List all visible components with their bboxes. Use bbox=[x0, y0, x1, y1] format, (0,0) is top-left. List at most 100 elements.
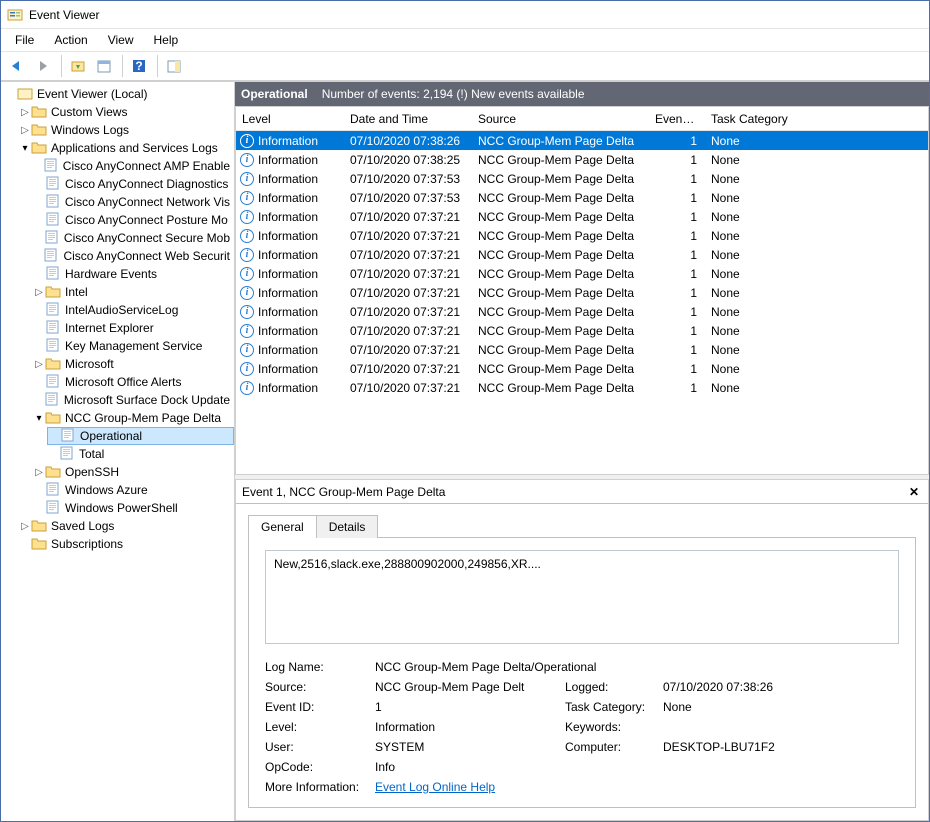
tree-item[interactable]: Cisco AnyConnect Diagnostics bbox=[33, 175, 234, 193]
cell-task-category: None bbox=[705, 381, 855, 395]
table-row[interactable]: iInformation07/10/2020 07:37:21NCC Group… bbox=[236, 283, 928, 302]
tree-item[interactable]: Internet Explorer bbox=[33, 319, 234, 337]
table-row[interactable]: iInformation07/10/2020 07:37:21NCC Group… bbox=[236, 245, 928, 264]
table-row[interactable]: iInformation07/10/2020 07:38:25NCC Group… bbox=[236, 150, 928, 169]
table-row[interactable]: iInformation07/10/2020 07:38:26NCC Group… bbox=[236, 131, 928, 150]
chevron-right-icon[interactable]: ▷ bbox=[19, 124, 31, 136]
tree-root-label: Event Viewer (Local) bbox=[37, 87, 148, 101]
title-bar[interactable]: Event Viewer bbox=[1, 1, 929, 29]
event-log-help-link[interactable]: Event Log Online Help bbox=[375, 780, 495, 794]
cell-event-id: 1 bbox=[649, 134, 705, 148]
cell-event-id: 1 bbox=[649, 362, 705, 376]
show-hide-tree-button[interactable] bbox=[66, 54, 90, 78]
cell-source: NCC Group-Mem Page Delta bbox=[472, 191, 649, 205]
col-event-id[interactable]: Event ID bbox=[649, 112, 705, 126]
tree-item[interactable]: ▷Intel bbox=[33, 283, 234, 301]
info-icon: i bbox=[240, 343, 254, 357]
info-icon: i bbox=[240, 286, 254, 300]
tree-item[interactable]: Total bbox=[47, 445, 234, 463]
horizontal-scrollbar[interactable] bbox=[236, 457, 928, 474]
tree-item[interactable]: Hardware Events bbox=[33, 265, 234, 283]
cell-date-time: 07/10/2020 07:37:21 bbox=[344, 362, 472, 376]
tree-windows-logs[interactable]: ▷Windows Logs bbox=[19, 121, 234, 139]
tree-item[interactable]: Cisco AnyConnect Posture Mo bbox=[33, 211, 234, 229]
log-icon bbox=[44, 392, 60, 408]
tree-item-label: Windows Azure bbox=[65, 483, 148, 497]
close-icon[interactable]: ✕ bbox=[906, 484, 922, 500]
back-button[interactable] bbox=[5, 54, 29, 78]
tree-saved-logs[interactable]: ▷Saved Logs bbox=[19, 517, 234, 535]
col-source[interactable]: Source bbox=[472, 112, 649, 126]
col-level[interactable]: Level bbox=[236, 112, 344, 126]
chevron-icon[interactable]: ▷ bbox=[33, 286, 45, 298]
table-row[interactable]: iInformation07/10/2020 07:37:21NCC Group… bbox=[236, 207, 928, 226]
grid-body[interactable]: iInformation07/10/2020 07:38:26NCC Group… bbox=[236, 131, 928, 457]
tree-item[interactable]: ▷ OpenSSH bbox=[33, 463, 234, 481]
tree-item[interactable]: Windows PowerShell bbox=[33, 499, 234, 517]
value-user: SYSTEM bbox=[375, 740, 565, 754]
table-row[interactable]: iInformation07/10/2020 07:37:53NCC Group… bbox=[236, 169, 928, 188]
tree-item[interactable]: Cisco AnyConnect Secure Mob bbox=[33, 229, 234, 247]
value-task-category: None bbox=[663, 700, 833, 714]
cell-level: Information bbox=[258, 229, 318, 243]
tree-app-services-logs[interactable]: ▾Applications and Services Logs bbox=[19, 139, 234, 157]
folder-icon bbox=[45, 284, 61, 300]
chevron-icon[interactable]: ▷ bbox=[33, 466, 45, 478]
chevron-icon[interactable]: ▾ bbox=[33, 412, 45, 424]
tree-item[interactable]: Cisco AnyConnect AMP Enable bbox=[33, 157, 234, 175]
table-row[interactable]: iInformation07/10/2020 07:37:53NCC Group… bbox=[236, 188, 928, 207]
log-icon bbox=[43, 248, 59, 264]
tree-pane[interactable]: Event Viewer (Local) ▷Custom Views ▷Wind… bbox=[1, 82, 235, 821]
cell-date-time: 07/10/2020 07:37:21 bbox=[344, 343, 472, 357]
table-row[interactable]: iInformation07/10/2020 07:37:21NCC Group… bbox=[236, 226, 928, 245]
tree-custom-views[interactable]: ▷Custom Views bbox=[19, 103, 234, 121]
toolbar: ? bbox=[1, 51, 929, 81]
table-row[interactable]: iInformation07/10/2020 07:37:21NCC Group… bbox=[236, 378, 928, 397]
help-button[interactable]: ? bbox=[127, 54, 151, 78]
tab-details[interactable]: Details bbox=[317, 515, 379, 538]
event-message[interactable]: New,2516,slack.exe,288800902000,249856,X… bbox=[265, 550, 899, 644]
tree-item[interactable]: IntelAudioServiceLog bbox=[33, 301, 234, 319]
forward-button[interactable] bbox=[31, 54, 55, 78]
table-row[interactable]: iInformation07/10/2020 07:37:21NCC Group… bbox=[236, 321, 928, 340]
table-row[interactable]: iInformation07/10/2020 07:37:21NCC Group… bbox=[236, 302, 928, 321]
table-row[interactable]: iInformation07/10/2020 07:37:21NCC Group… bbox=[236, 264, 928, 283]
tree-item[interactable]: Microsoft Surface Dock Update bbox=[33, 391, 234, 409]
tree-item[interactable]: Microsoft Office Alerts bbox=[33, 373, 234, 391]
tree-item[interactable]: Cisco AnyConnect Network Vis bbox=[33, 193, 234, 211]
tree-root[interactable]: Event Viewer (Local) bbox=[5, 85, 234, 103]
table-row[interactable]: iInformation07/10/2020 07:37:21NCC Group… bbox=[236, 359, 928, 378]
tree-item[interactable]: Key Management Service bbox=[33, 337, 234, 355]
menu-file[interactable]: File bbox=[5, 31, 44, 49]
grid-header: Level Date and Time Source Event ID Task… bbox=[236, 107, 928, 131]
menu-help[interactable]: Help bbox=[144, 31, 189, 49]
cell-level: Information bbox=[258, 267, 318, 281]
table-row[interactable]: iInformation07/10/2020 07:37:21NCC Group… bbox=[236, 340, 928, 359]
chevron-right-icon[interactable]: ▷ bbox=[19, 106, 31, 118]
cell-source: NCC Group-Mem Page Delta bbox=[472, 134, 649, 148]
properties-button[interactable] bbox=[92, 54, 116, 78]
tree-item[interactable]: ▷Microsoft bbox=[33, 355, 234, 373]
subscriptions-icon bbox=[31, 536, 47, 552]
cell-date-time: 07/10/2020 07:38:26 bbox=[344, 134, 472, 148]
tree-item[interactable]: Windows Azure bbox=[33, 481, 234, 499]
action-pane-button[interactable] bbox=[162, 54, 186, 78]
tree-item-label: OpenSSH bbox=[65, 465, 119, 479]
menu-view[interactable]: View bbox=[98, 31, 144, 49]
folder-icon bbox=[31, 122, 47, 138]
chevron-icon[interactable]: ▷ bbox=[33, 358, 45, 370]
info-icon: i bbox=[240, 267, 254, 281]
col-task-category[interactable]: Task Category bbox=[705, 112, 855, 126]
chevron-down-icon[interactable]: ▾ bbox=[19, 142, 31, 154]
col-date-time[interactable]: Date and Time bbox=[344, 112, 472, 126]
info-icon: i bbox=[240, 381, 254, 395]
chevron-right-icon[interactable]: ▷ bbox=[19, 520, 31, 532]
tree-item-label: Cisco AnyConnect AMP Enable bbox=[63, 159, 230, 173]
tree-item[interactable]: ▾NCC Group-Mem Page Delta bbox=[33, 409, 234, 427]
cell-level: Information bbox=[258, 286, 318, 300]
tree-item[interactable]: Cisco AnyConnect Web Securit bbox=[33, 247, 234, 265]
tree-item[interactable]: Operational bbox=[47, 427, 234, 445]
tree-subscriptions[interactable]: Subscriptions bbox=[19, 535, 234, 553]
tab-general[interactable]: General bbox=[248, 515, 317, 538]
menu-action[interactable]: Action bbox=[44, 31, 97, 49]
